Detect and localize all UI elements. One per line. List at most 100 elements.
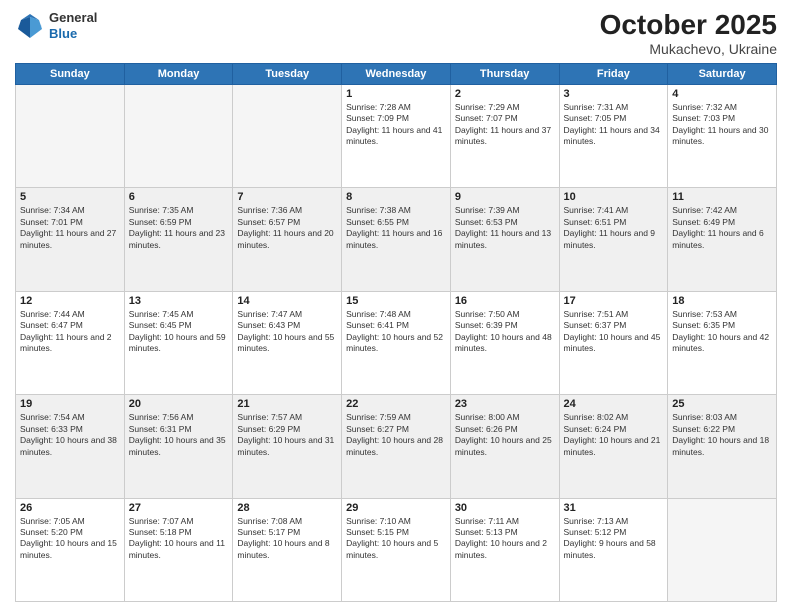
col-monday: Monday xyxy=(124,63,233,84)
table-row: 17 Sunrise: 7:51 AMSunset: 6:37 PMDayligh… xyxy=(559,291,668,394)
table-row: 31 Sunrise: 7:13 AMSunset: 5:12 PMDayligh… xyxy=(559,498,668,601)
day-number: 26 xyxy=(20,502,120,514)
day-number: 10 xyxy=(564,191,664,203)
table-row: 6Sunrise: 7:35 AMSunset: 6:59 PMDaylight… xyxy=(124,188,233,291)
table-row: 27 Sunrise: 7:07 AMSunset: 5:18 PMDayligh… xyxy=(124,498,233,601)
table-row: 21 Sunrise: 7:57 AMSunset: 6:29 PMDayligh… xyxy=(233,395,342,498)
day-number: 7 xyxy=(237,191,337,203)
day-number: 15 xyxy=(346,295,446,307)
table-row: 5Sunrise: 7:34 AMSunset: 7:01 PMDaylight… xyxy=(16,188,125,291)
calendar-subtitle: Mukachevo, Ukraine xyxy=(600,41,777,57)
table-row xyxy=(668,498,777,601)
day-number: 30 xyxy=(455,502,555,514)
logo: General Blue xyxy=(15,10,97,41)
day-number: 9 xyxy=(455,191,555,203)
day-details: Sunrise: 8:03 AMSunset: 6:22 PMDaylight:… xyxy=(672,412,772,458)
table-row: 10 Sunrise: 7:41 AMSunset: 6:51 PMDayligh… xyxy=(559,188,668,291)
table-row: 13 Sunrise: 7:45 AMSunset: 6:45 PMDayligh… xyxy=(124,291,233,394)
table-row xyxy=(233,84,342,187)
table-row xyxy=(16,84,125,187)
day-number: 1 xyxy=(346,88,446,100)
table-row: 8 Sunrise: 7:38 AMSunset: 6:55 PMDaylight… xyxy=(342,188,451,291)
table-row: 30 Sunrise: 7:11 AMSunset: 5:13 PMDayligh… xyxy=(450,498,559,601)
day-number: 27 xyxy=(129,502,229,514)
day-details: Sunrise: 7:44 AMSunset: 6:47 PMDaylight:… xyxy=(20,309,120,355)
day-details: Sunrise: 7:48 AMSunset: 6:41 PMDaylight:… xyxy=(346,309,446,355)
day-number: 8 xyxy=(346,191,446,203)
table-row: 19Sunrise: 7:54 AMSunset: 6:33 PMDayligh… xyxy=(16,395,125,498)
day-details: Sunrise: 8:00 AMSunset: 6:26 PMDaylight:… xyxy=(455,412,555,458)
logo-icon xyxy=(15,11,45,41)
table-row: 28Sunrise: 7:08 AMSunset: 5:17 PMDayligh… xyxy=(233,498,342,601)
table-row: 7 Sunrise: 7:36 AMSunset: 6:57 PMDaylight… xyxy=(233,188,342,291)
day-number: 21 xyxy=(237,398,337,410)
day-details: Sunrise: 7:51 AMSunset: 6:37 PMDaylight:… xyxy=(564,309,664,355)
table-row: 2Sunrise: 7:29 AMSunset: 7:07 PMDaylight… xyxy=(450,84,559,187)
day-details: Sunrise: 7:39 AMSunset: 6:53 PMDaylight:… xyxy=(455,205,555,251)
table-row: 25Sunrise: 8:03 AMSunset: 6:22 PMDayligh… xyxy=(668,395,777,498)
table-row: 9 Sunrise: 7:39 AMSunset: 6:53 PMDaylight… xyxy=(450,188,559,291)
table-row: 20 Sunrise: 7:56 AMSunset: 6:31 PMDayligh… xyxy=(124,395,233,498)
day-details: Sunrise: 7:45 AMSunset: 6:45 PMDaylight:… xyxy=(129,309,229,355)
day-details: Sunrise: 7:57 AMSunset: 6:29 PMDaylight:… xyxy=(237,412,337,458)
table-row: 15 Sunrise: 7:48 AMSunset: 6:41 PMDayligh… xyxy=(342,291,451,394)
table-row: 11 Sunrise: 7:42 AMSunset: 6:49 PMDayligh… xyxy=(668,188,777,291)
table-row: 26 Sunrise: 7:05 AMSunset: 5:20 PMDayligh… xyxy=(16,498,125,601)
day-details: Sunrise: 7:41 AMSunset: 6:51 PMDaylight:… xyxy=(564,205,664,251)
day-details: Sunrise: 7:54 AMSunset: 6:33 PMDaylight:… xyxy=(20,412,120,458)
table-row: 29 Sunrise: 7:10 AMSunset: 5:15 PMDayligh… xyxy=(342,498,451,601)
day-number: 3 xyxy=(564,88,664,100)
calendar-table: Sunday Monday Tuesday Wednesday Thursday… xyxy=(15,63,777,602)
day-details: Sunrise: 7:13 AMSunset: 5:12 PMDaylight:… xyxy=(564,516,664,562)
table-row: 24 Sunrise: 8:02 AMSunset: 6:24 PMDayligh… xyxy=(559,395,668,498)
day-number: 31 xyxy=(564,502,664,514)
day-details: Sunrise: 7:50 AMSunset: 6:39 PMDaylight:… xyxy=(455,309,555,355)
calendar-week-row: 5Sunrise: 7:34 AMSunset: 7:01 PMDaylight… xyxy=(16,188,777,291)
day-details: Sunrise: 7:05 AMSunset: 5:20 PMDaylight:… xyxy=(20,516,120,562)
day-number: 18 xyxy=(672,295,772,307)
table-row: 14Sunrise: 7:47 AMSunset: 6:43 PMDayligh… xyxy=(233,291,342,394)
logo-line1: General xyxy=(49,10,97,26)
day-details: Sunrise: 8:02 AMSunset: 6:24 PMDaylight:… xyxy=(564,412,664,458)
table-row: 12 Sunrise: 7:44 AMSunset: 6:47 PMDayligh… xyxy=(16,291,125,394)
table-row: 4 Sunrise: 7:32 AMSunset: 7:03 PMDaylight… xyxy=(668,84,777,187)
day-number: 28 xyxy=(237,502,337,514)
table-row: 1 Sunrise: 7:28 AMSunset: 7:09 PMDaylight… xyxy=(342,84,451,187)
day-details: Sunrise: 7:31 AMSunset: 7:05 PMDaylight:… xyxy=(564,102,664,148)
day-number: 24 xyxy=(564,398,664,410)
day-number: 16 xyxy=(455,295,555,307)
day-number: 12 xyxy=(20,295,120,307)
day-details: Sunrise: 7:11 AMSunset: 5:13 PMDaylight:… xyxy=(455,516,555,562)
day-details: Sunrise: 7:28 AMSunset: 7:09 PMDaylight:… xyxy=(346,102,446,148)
day-details: Sunrise: 7:32 AMSunset: 7:03 PMDaylight:… xyxy=(672,102,772,148)
calendar-week-row: 19Sunrise: 7:54 AMSunset: 6:33 PMDayligh… xyxy=(16,395,777,498)
day-details: Sunrise: 7:36 AMSunset: 6:57 PMDaylight:… xyxy=(237,205,337,251)
calendar-title: October 2025 xyxy=(600,10,777,41)
day-number: 17 xyxy=(564,295,664,307)
day-number: 2 xyxy=(455,88,555,100)
day-details: Sunrise: 7:42 AMSunset: 6:49 PMDaylight:… xyxy=(672,205,772,251)
col-sunday: Sunday xyxy=(16,63,125,84)
col-tuesday: Tuesday xyxy=(233,63,342,84)
day-number: 29 xyxy=(346,502,446,514)
day-number: 23 xyxy=(455,398,555,410)
day-details: Sunrise: 7:38 AMSunset: 6:55 PMDaylight:… xyxy=(346,205,446,251)
day-details: Sunrise: 7:59 AMSunset: 6:27 PMDaylight:… xyxy=(346,412,446,458)
day-number: 11 xyxy=(672,191,772,203)
day-details: Sunrise: 7:53 AMSunset: 6:35 PMDaylight:… xyxy=(672,309,772,355)
header: General Blue October 2025 Mukachevo, Ukr… xyxy=(15,10,777,57)
table-row: 16 Sunrise: 7:50 AMSunset: 6:39 PMDayligh… xyxy=(450,291,559,394)
day-details: Sunrise: 7:10 AMSunset: 5:15 PMDaylight:… xyxy=(346,516,446,562)
table-row: 3 Sunrise: 7:31 AMSunset: 7:05 PMDaylight… xyxy=(559,84,668,187)
table-row: 18 Sunrise: 7:53 AMSunset: 6:35 PMDayligh… xyxy=(668,291,777,394)
calendar-week-row: 12 Sunrise: 7:44 AMSunset: 6:47 PMDayligh… xyxy=(16,291,777,394)
calendar-week-row: 26 Sunrise: 7:05 AMSunset: 5:20 PMDayligh… xyxy=(16,498,777,601)
col-saturday: Saturday xyxy=(668,63,777,84)
day-number: 13 xyxy=(129,295,229,307)
day-number: 20 xyxy=(129,398,229,410)
day-number: 4 xyxy=(672,88,772,100)
logo-text: General Blue xyxy=(49,10,97,41)
day-details: Sunrise: 7:07 AMSunset: 5:18 PMDaylight:… xyxy=(129,516,229,562)
calendar-header-row: Sunday Monday Tuesday Wednesday Thursday… xyxy=(16,63,777,84)
day-details: Sunrise: 7:56 AMSunset: 6:31 PMDaylight:… xyxy=(129,412,229,458)
